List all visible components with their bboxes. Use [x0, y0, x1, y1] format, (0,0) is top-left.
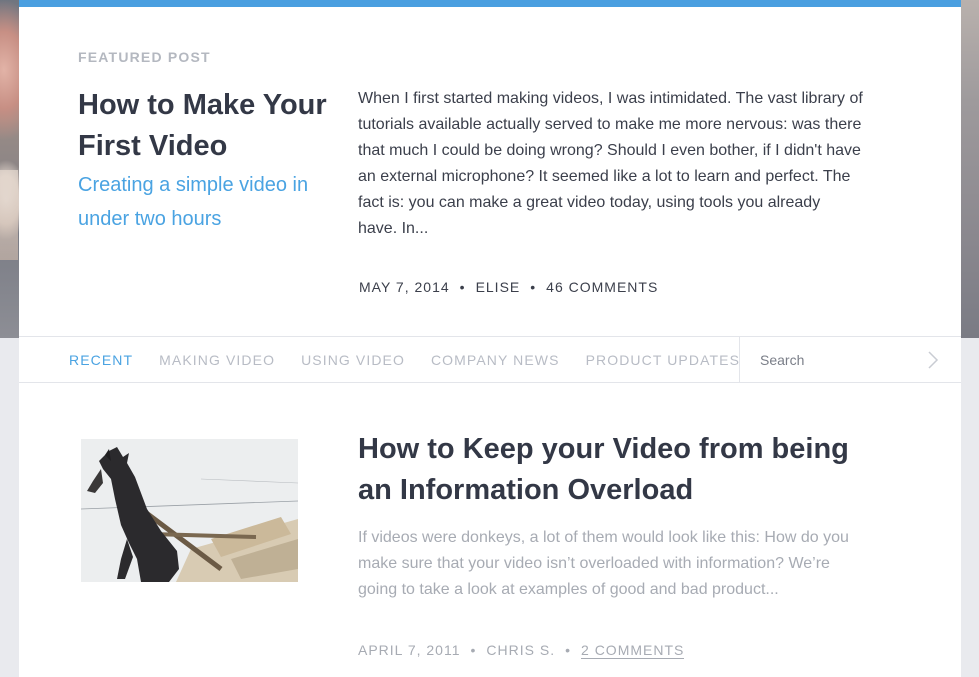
- post-comments-link[interactable]: 2 COMMENTS: [581, 642, 685, 659]
- meta-separator: •: [530, 279, 537, 295]
- featured-post-date: MAY 7, 2014: [359, 279, 450, 295]
- donkey-image: [81, 439, 298, 582]
- meta-separator: •: [470, 642, 477, 658]
- featured-post-card[interactable]: FEATURED POST How to Make Your First Vid…: [19, 0, 961, 338]
- featured-post-title[interactable]: How to Make Your First Video: [78, 85, 343, 167]
- tab-product-updates[interactable]: PRODUCT UPDATES: [586, 352, 740, 368]
- featured-post-label: FEATURED POST: [78, 49, 211, 65]
- featured-post-meta: MAY 7, 2014 • ELISE • 46 COMMENTS: [359, 279, 658, 295]
- tab-using-video[interactable]: USING VIDEO: [301, 352, 405, 368]
- post-author[interactable]: CHRIS S.: [486, 642, 555, 659]
- tab-company-news[interactable]: COMPANY NEWS: [431, 352, 560, 368]
- chevron-right-icon[interactable]: [927, 351, 939, 369]
- category-nav: RECENT MAKING VIDEO USING VIDEO COMPANY …: [19, 336, 961, 383]
- tab-recent[interactable]: RECENT: [69, 352, 133, 368]
- post-thumbnail[interactable]: [81, 439, 298, 582]
- search-input[interactable]: [740, 337, 930, 383]
- meta-separator: •: [459, 279, 466, 295]
- post-excerpt: If videos were donkeys, a lot of them wo…: [358, 529, 849, 598]
- post-date: APRIL 7, 2011: [358, 642, 461, 658]
- featured-post-author[interactable]: ELISE: [476, 279, 521, 295]
- hero-background-edge: [961, 0, 979, 338]
- tab-making-video[interactable]: MAKING VIDEO: [159, 352, 275, 368]
- post-title[interactable]: How to Keep your Video from being an Inf…: [358, 429, 878, 511]
- meta-separator: •: [565, 642, 572, 658]
- featured-post-excerpt: When I first started making videos, I wa…: [358, 90, 863, 237]
- hero-background-highlight: [0, 170, 18, 260]
- featured-post-subtitle: Creating a simple video in under two hou…: [78, 174, 309, 230]
- post-card[interactable]: How to Keep your Video from being an Inf…: [19, 383, 961, 677]
- category-tabs: RECENT MAKING VIDEO USING VIDEO COMPANY …: [69, 337, 766, 383]
- search-box: [739, 337, 961, 383]
- post-meta: APRIL 7, 2011 • CHRIS S. • 2 COMMENTS: [358, 642, 685, 659]
- featured-post-comments-link[interactable]: 46 COMMENTS: [546, 279, 658, 295]
